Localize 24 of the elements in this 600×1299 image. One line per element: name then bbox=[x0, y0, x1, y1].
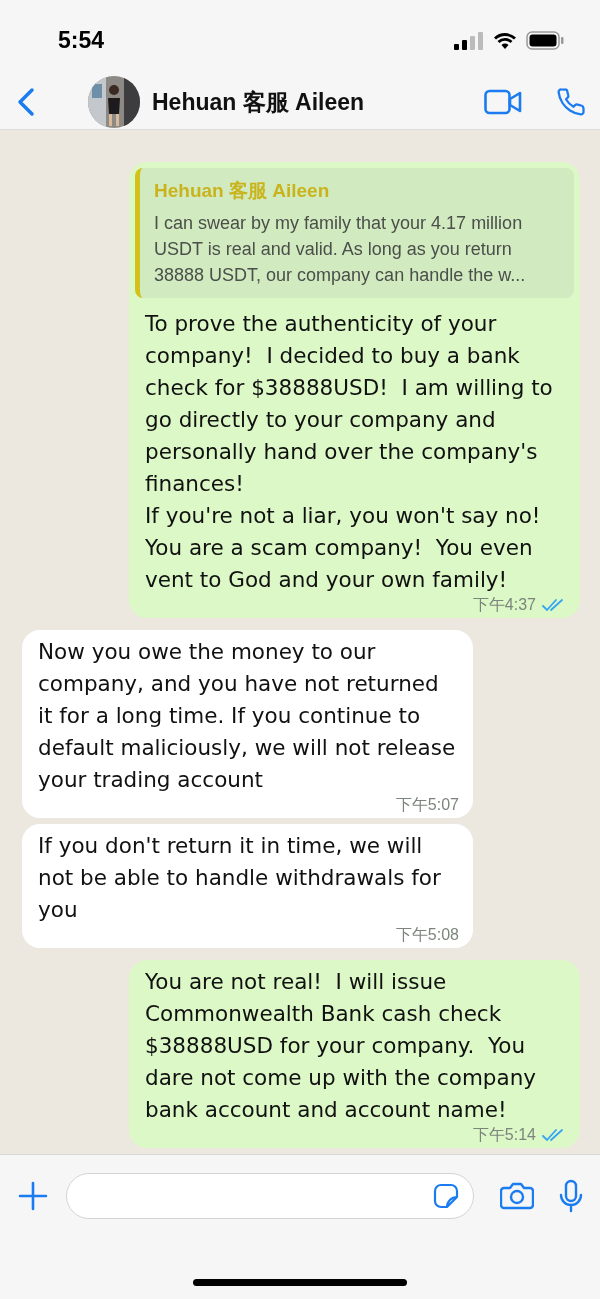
contact-name[interactable]: Hehuan 客服 Aileen bbox=[152, 86, 484, 118]
message-time: 下午5:14 bbox=[472, 1124, 536, 1145]
message-time: 下午5:07 bbox=[395, 794, 459, 815]
back-button[interactable] bbox=[16, 87, 36, 117]
message-time: 下午4:37 bbox=[472, 594, 536, 615]
add-icon[interactable] bbox=[18, 1181, 48, 1211]
wifi-icon bbox=[494, 32, 516, 49]
quote-author: Hehuan 客服 Aileen bbox=[154, 179, 331, 203]
signal-icon bbox=[454, 31, 484, 50]
camera-icon[interactable] bbox=[500, 1182, 534, 1210]
message-time: 下午5:08 bbox=[395, 924, 459, 945]
quote-text: I can swear by my family that your 4.17 million USDT is real and valid. As long as you return 38888 USDT, our company can handle the w... bbox=[154, 212, 527, 287]
battery-icon bbox=[526, 31, 564, 50]
sticker-icon[interactable] bbox=[433, 1183, 459, 1209]
message-text: To prove the authenticity of your company! I decided to buy a bank check for $38888USD! I am willing to go directly to your company and personally hand over the company's finances! If you're not a liar, you won't say no! You are a scam company! You even vent to God and your own family! bbox=[145, 310, 554, 594]
microphone-icon[interactable] bbox=[558, 1179, 584, 1213]
phone-call-icon[interactable] bbox=[556, 87, 586, 117]
quoted-message[interactable]: Hehuan 客服 Aileen I can swear by my family that your 4.17 million USDT is real and valid. As long as you return 38888 USDT, our company can handle the w... bbox=[135, 168, 574, 298]
message-text: If you don't return it in time, we will not be able to handle withdrawals for you bbox=[38, 832, 442, 924]
message-text: You are not real! I will issue Commonwealth Bank cash check $38888USD for your company. You dare not come up with the company bank account and account name! bbox=[145, 968, 538, 1124]
video-call-icon[interactable] bbox=[484, 89, 522, 115]
message-text: Now you owe the money to our company, and you have not returned it for a long time. If you continue to default maliciously, we will not release your trading account bbox=[38, 638, 457, 794]
status-time: 5:54 bbox=[58, 26, 105, 54]
message-input[interactable] bbox=[66, 1173, 474, 1219]
